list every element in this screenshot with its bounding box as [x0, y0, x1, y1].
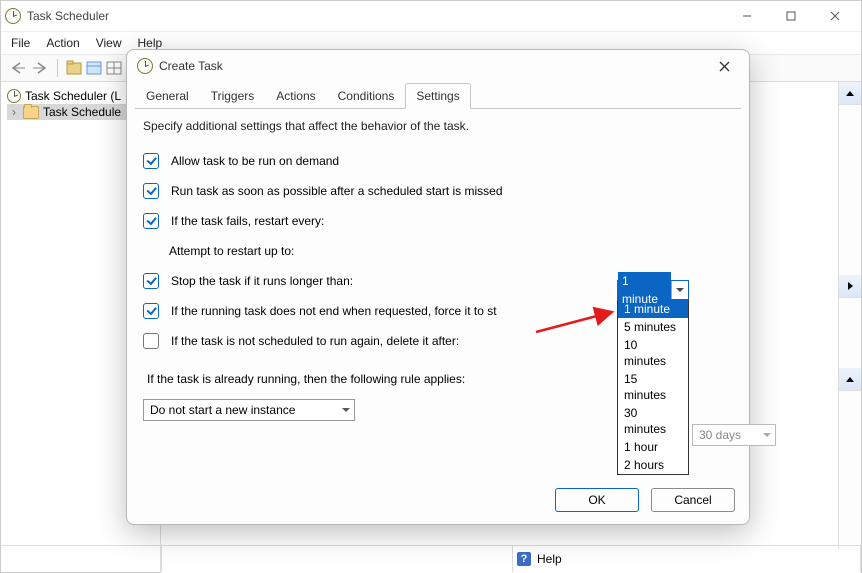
chevron-down-icon [342, 408, 350, 412]
task-scheduler-window: Task Scheduler File Action View Help Tas… [0, 0, 862, 573]
combo-button[interactable]: 1 minute [617, 280, 689, 300]
combo-option[interactable]: 1 minute [618, 300, 688, 318]
help-icon: ? [517, 552, 531, 566]
bottom-help[interactable]: ? Help [513, 546, 861, 572]
toolbar-icon-1[interactable] [66, 60, 82, 76]
dialog-close-button[interactable] [709, 54, 739, 78]
bottom-seg-mid [162, 546, 513, 572]
app-title: Task Scheduler [27, 9, 109, 23]
folder-icon [23, 106, 39, 119]
actions-collapse-2[interactable] [839, 368, 861, 391]
right-icon [848, 282, 853, 290]
menu-file[interactable]: File [11, 36, 30, 50]
combo-option[interactable]: 10 minutes [618, 336, 688, 370]
window-controls [725, 2, 857, 30]
bottom-seg-left [1, 546, 162, 572]
back-button[interactable] [9, 60, 27, 76]
dialog-tabs: General Triggers Actions Conditions Sett… [127, 82, 749, 108]
instance-rule-value: Do not start a new instance [150, 403, 295, 417]
cancel-label: Cancel [674, 493, 711, 507]
combo-list: 1 minute 5 minutes 10 minutes 15 minutes… [617, 300, 689, 475]
close-button[interactable] [813, 2, 857, 30]
label-stop-longer: Stop the task if it runs longer than: [171, 274, 353, 288]
titlebar: Task Scheduler [1, 1, 861, 32]
up-icon [846, 377, 854, 382]
delete-days-value: 30 days [699, 428, 741, 442]
label-allow-demand: Allow task to be run on demand [171, 154, 339, 168]
label-fail-restart: If the task fails, restart every: [171, 214, 324, 228]
label-rule: If the task is already running, then the… [147, 372, 465, 386]
checkbox-stop-longer[interactable] [143, 273, 159, 289]
help-label: Help [537, 552, 562, 566]
toolbar-icon-3[interactable] [106, 60, 122, 76]
actions-strip [838, 82, 861, 549]
menu-action[interactable]: Action [46, 36, 79, 50]
combo-option[interactable]: 5 minutes [618, 318, 688, 336]
tab-general[interactable]: General [135, 83, 200, 109]
create-task-dialog: Create Task General Triggers Actions Con… [126, 49, 750, 525]
ok-label: OK [588, 493, 605, 507]
scheduler-icon [7, 89, 21, 103]
settings-description: Specify additional settings that affect … [143, 119, 733, 133]
up-icon [846, 91, 854, 96]
label-delete-after: If the task is not scheduled to run agai… [171, 334, 459, 348]
dialog-buttons: OK Cancel [555, 488, 735, 512]
tree-library-label: Task Schedule [43, 105, 121, 119]
checkbox-fail-restart[interactable] [143, 213, 159, 229]
checkbox-allow-demand[interactable] [143, 153, 159, 169]
restart-interval-combo[interactable]: 1 minute 1 minute 5 minutes 10 minutes 1… [617, 280, 689, 475]
tab-settings[interactable]: Settings [405, 83, 470, 109]
dialog-icon [137, 58, 153, 74]
tree-root-label: Task Scheduler (L [25, 89, 121, 103]
minimize-button[interactable] [725, 2, 769, 30]
app-icon [5, 8, 21, 24]
checkbox-delete-after[interactable] [143, 333, 159, 349]
combo-option[interactable]: 2 hours [618, 456, 688, 474]
combo-option[interactable]: 15 minutes [618, 370, 688, 404]
label-force-stop: If the running task does not end when re… [171, 304, 497, 318]
row-run-asap: Run task as soon as possible after a sch… [143, 181, 733, 201]
bottom-bar: ? Help [1, 545, 861, 572]
label-run-asap: Run task as soon as possible after a sch… [171, 184, 503, 198]
tab-actions[interactable]: Actions [265, 83, 326, 109]
toolbar-divider [57, 59, 58, 77]
row-attempt: Attempt to restart up to: [165, 241, 733, 261]
chevron-down-icon [763, 433, 771, 437]
label-attempt: Attempt to restart up to: [169, 244, 294, 258]
expander-icon[interactable]: › [9, 105, 19, 119]
ok-button[interactable]: OK [555, 488, 639, 512]
menu-help[interactable]: Help [138, 36, 163, 50]
checkbox-force-stop[interactable] [143, 303, 159, 319]
instance-rule-select[interactable]: Do not start a new instance [143, 399, 355, 421]
forward-button[interactable] [31, 60, 49, 76]
delete-days-select[interactable]: 30 days [692, 424, 776, 446]
maximize-button[interactable] [769, 2, 813, 30]
checkbox-run-asap[interactable] [143, 183, 159, 199]
row-allow-demand: Allow task to be run on demand [143, 151, 733, 171]
row-fail-restart: If the task fails, restart every: [143, 211, 733, 231]
tab-conditions[interactable]: Conditions [327, 83, 406, 109]
dialog-title: Create Task [159, 59, 223, 73]
cancel-button[interactable]: Cancel [651, 488, 735, 512]
actions-expand[interactable] [839, 275, 861, 298]
combo-option[interactable]: 1 hour [618, 438, 688, 456]
tab-triggers[interactable]: Triggers [200, 83, 266, 109]
dialog-titlebar: Create Task [127, 50, 749, 82]
toolbar-icon-2[interactable] [86, 60, 102, 76]
actions-collapse-1[interactable] [839, 82, 861, 105]
menu-view[interactable]: View [96, 36, 122, 50]
combo-option[interactable]: 30 minutes [618, 404, 688, 438]
chevron-down-icon [671, 281, 688, 299]
